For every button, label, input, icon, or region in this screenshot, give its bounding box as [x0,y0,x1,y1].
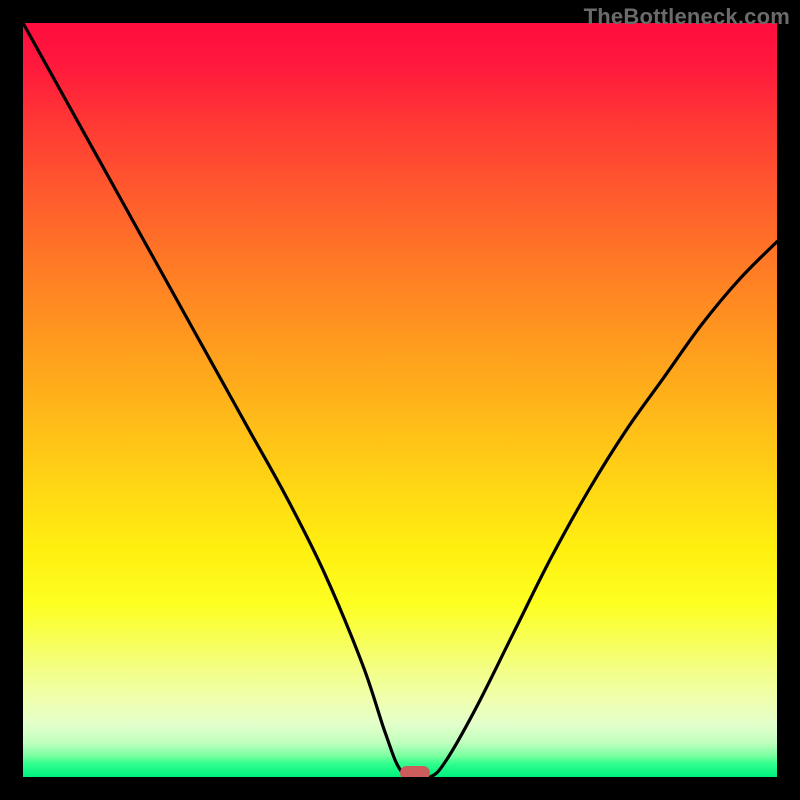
plot-area [23,23,777,777]
watermark-text: TheBottleneck.com [584,4,790,30]
bottleneck-curve [23,23,777,777]
chart-frame: TheBottleneck.com [0,0,800,800]
optimal-point-marker [400,766,430,777]
curve-layer [23,23,777,777]
